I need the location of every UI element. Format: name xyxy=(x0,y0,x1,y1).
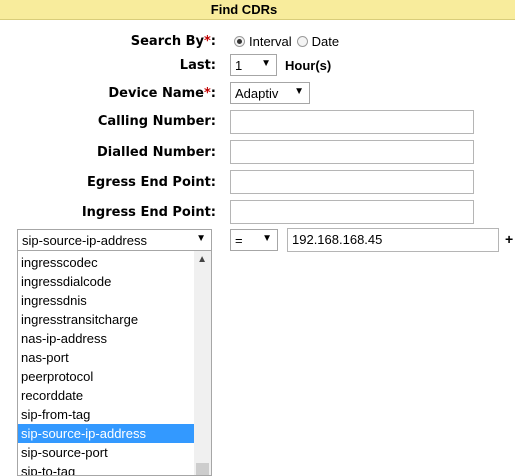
page-title: Find CDRs xyxy=(210,2,278,17)
egress-end-point-label: Egress End Point: xyxy=(87,175,216,190)
dropdown-item-nas-ip-address[interactable]: nas-ip-address xyxy=(18,329,194,348)
chevron-down-icon: ▼ xyxy=(196,233,206,244)
dropdown-item-ingressdnis[interactable]: ingressdnis xyxy=(18,291,194,310)
filter-field-select[interactable]: sip-source-ip-address ▼ xyxy=(17,229,212,251)
filter-operator-select[interactable]: = ▼ xyxy=(230,229,278,251)
dropdown-item-ingressdialcode[interactable]: ingressdialcode xyxy=(18,272,194,291)
date-radio-label[interactable]: Date xyxy=(312,34,339,49)
search-by-label: Search By*: xyxy=(130,34,216,49)
required-mark: * xyxy=(203,34,211,49)
scroll-up-icon[interactable]: ▲ xyxy=(197,254,207,265)
filter-value-input[interactable]: 192.168.168.45 xyxy=(287,228,499,252)
last-unit-label: Hour(s) xyxy=(285,58,332,73)
dialled-number-label: Dialled Number: xyxy=(97,145,216,160)
last-select-value: 1 xyxy=(235,58,243,73)
dropdown-item-sip-source-ip-address[interactable]: sip-source-ip-address xyxy=(18,424,194,443)
dropdown-item-nas-port[interactable]: nas-port xyxy=(18,348,194,367)
find-cdrs-header: Find CDRs xyxy=(0,0,515,20)
dropdown-scrollbar[interactable]: ▲ xyxy=(194,251,211,475)
ingress-end-point-label: Ingress End Point: xyxy=(81,205,216,220)
chevron-down-icon: ▼ xyxy=(261,58,271,69)
date-radio[interactable] xyxy=(296,36,308,47)
calling-number-input[interactable] xyxy=(230,110,474,134)
dropdown-item-ingresscodec[interactable]: ingresscodec xyxy=(18,253,194,272)
scroll-thumb[interactable] xyxy=(196,463,209,475)
dropdown-item-peerprotocol[interactable]: peerprotocol xyxy=(18,367,194,386)
ingress-end-point-input[interactable] xyxy=(230,200,474,224)
filter-field-dropdown-list[interactable]: ingresscodec ingressdialcode ingressdnis… xyxy=(17,250,212,476)
required-mark: * xyxy=(203,86,211,101)
device-name-label: Device Name*: xyxy=(108,86,216,101)
add-filter-button[interactable]: + xyxy=(505,231,513,247)
filter-operator-select-value: = xyxy=(235,233,243,248)
interval-radio-label[interactable]: Interval xyxy=(249,34,292,49)
search-by-radio-group: Interval Date xyxy=(234,34,344,49)
calling-number-label: Calling Number: xyxy=(97,114,216,129)
egress-end-point-input[interactable] xyxy=(230,170,474,194)
last-select[interactable]: 1 ▼ xyxy=(230,54,277,76)
dropdown-item-sip-source-port[interactable]: sip-source-port xyxy=(18,443,194,462)
chevron-down-icon: ▼ xyxy=(262,233,272,244)
dialled-number-input[interactable] xyxy=(230,140,474,164)
filter-value-text: 192.168.168.45 xyxy=(292,232,383,247)
interval-radio[interactable] xyxy=(234,36,245,47)
device-name-select[interactable]: Adaptiv ▼ xyxy=(230,82,310,104)
dropdown-item-sip-from-tag[interactable]: sip-from-tag xyxy=(18,405,194,424)
filter-field-select-value: sip-source-ip-address xyxy=(22,233,147,248)
dropdown-item-ingresstransitcharge[interactable]: ingresstransitcharge xyxy=(18,310,194,329)
dropdown-item-recorddate[interactable]: recorddate xyxy=(18,386,194,405)
device-name-select-value: Adaptiv xyxy=(235,86,279,101)
dropdown-item-sip-to-tag[interactable]: sip-to-tag xyxy=(18,462,194,475)
last-label: Last: xyxy=(179,58,216,73)
chevron-down-icon: ▼ xyxy=(294,86,304,97)
